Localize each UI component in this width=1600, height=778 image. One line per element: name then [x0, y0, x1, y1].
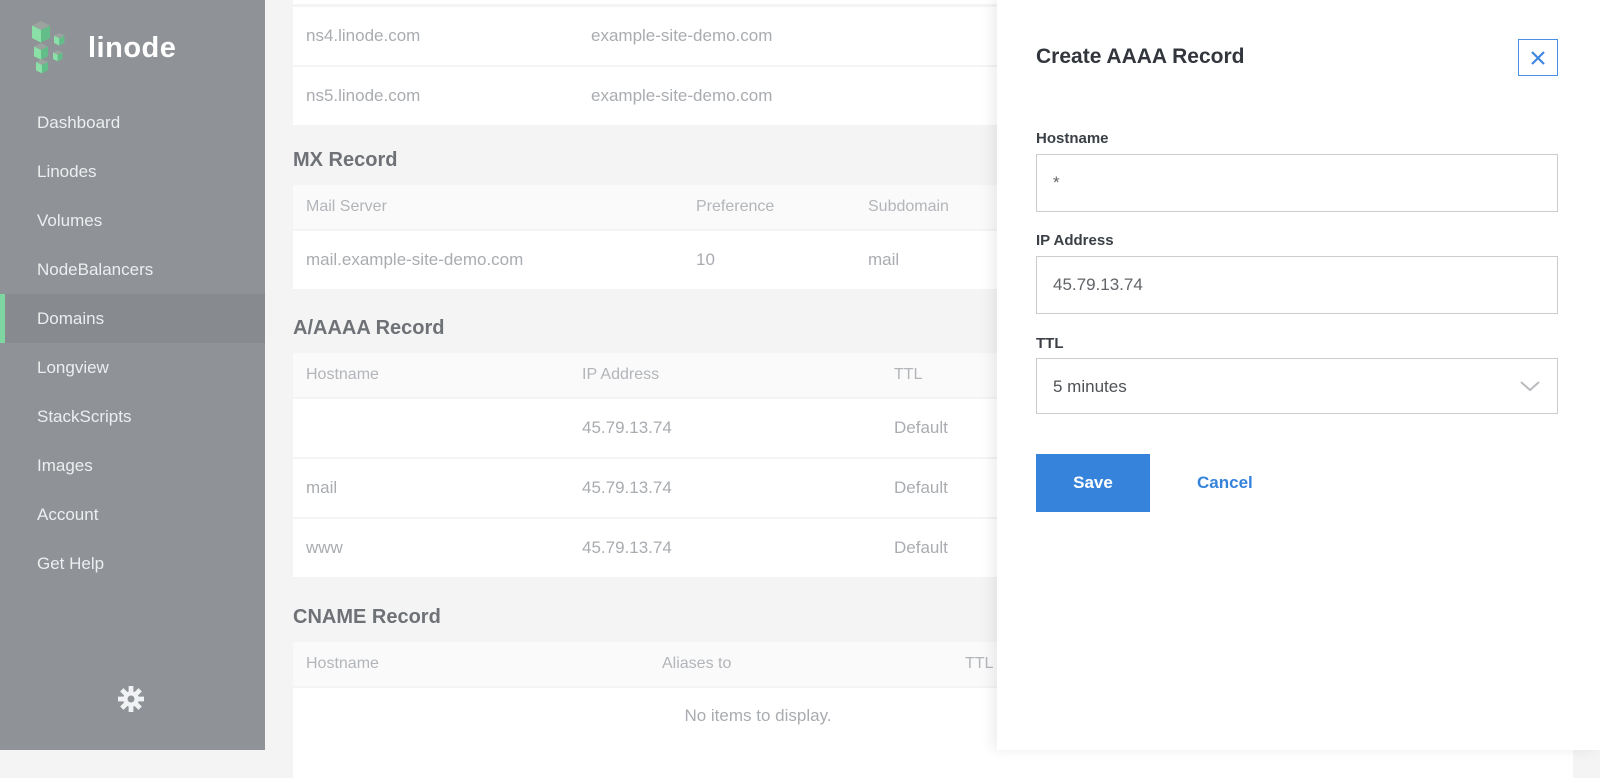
ttl-label: TTL	[1036, 335, 1064, 352]
ttl-select[interactable]: 5 minutes	[1036, 358, 1558, 414]
sidebar-item-dashboard[interactable]: Dashboard	[0, 98, 265, 147]
sidebar: linode Dashboard Linodes Volumes NodeBal…	[0, 0, 265, 750]
sidebar-nav: Dashboard Linodes Volumes NodeBalancers …	[0, 98, 265, 588]
sidebar-item-volumes[interactable]: Volumes	[0, 196, 265, 245]
column-header: Hostname	[306, 655, 379, 672]
hostname-input[interactable]	[1036, 154, 1558, 212]
column-header: Preference	[696, 198, 775, 215]
logo-wordmark: linode	[88, 31, 177, 64]
sidebar-item-label: Dashboard	[37, 112, 121, 132]
close-drawer-button[interactable]	[1518, 39, 1558, 76]
save-button[interactable]: Save	[1036, 454, 1150, 512]
table-cell: 10	[696, 250, 715, 269]
sidebar-item-label: StackScripts	[37, 406, 132, 426]
sidebar-item-domains[interactable]: Domains	[0, 294, 265, 343]
table-cell: 45.79.13.74	[582, 538, 672, 557]
column-header: Aliases to	[662, 655, 732, 672]
table-cell: ns5.linode.com	[306, 86, 421, 105]
sidebar-item-label: NodeBalancers	[37, 259, 154, 279]
sidebar-item-label: Longview	[37, 357, 109, 377]
drawer-header: Create AAAA Record	[1036, 39, 1558, 76]
table-cell: ns4.linode.com	[306, 26, 421, 45]
table-cell: www	[306, 538, 343, 557]
table-cell: mail.example-site-demo.com	[306, 250, 524, 269]
sidebar-item-label: Volumes	[37, 210, 103, 230]
cancel-button[interactable]: Cancel	[1197, 473, 1253, 493]
gear-icon	[118, 686, 144, 712]
drawer-title: Create AAAA Record	[1036, 45, 1245, 68]
sidebar-item-label: Get Help	[37, 553, 105, 573]
sidebar-item-longview[interactable]: Longview	[0, 343, 265, 392]
sidebar-item-images[interactable]: Images	[0, 441, 265, 490]
linode-logo[interactable]: linode	[0, 0, 265, 74]
sidebar-item-label: Linodes	[37, 161, 97, 181]
column-header: IP Address	[582, 366, 660, 383]
sidebar-item-label: Images	[37, 455, 93, 475]
table-cell: mail	[306, 478, 338, 497]
ip-address-input[interactable]	[1036, 256, 1558, 314]
sidebar-item-label: Domains	[37, 308, 105, 328]
table-cell: 45.79.13.74	[582, 418, 672, 437]
close-icon	[1531, 50, 1545, 65]
hostname-label: Hostname	[1036, 130, 1109, 147]
sidebar-item-nodebalancers[interactable]: NodeBalancers	[0, 245, 265, 294]
settings-button[interactable]	[118, 686, 144, 712]
sidebar-item-stackscripts[interactable]: StackScripts	[0, 392, 265, 441]
sidebar-item-get-help[interactable]: Get Help	[0, 539, 265, 588]
sidebar-item-label: Account	[37, 504, 99, 524]
table-cell: 45.79.13.74	[582, 478, 672, 497]
ip-address-label: IP Address	[1036, 232, 1114, 249]
ttl-select-wrap: 5 minutes	[1036, 358, 1558, 414]
column-header: Mail Server	[306, 198, 387, 215]
sidebar-item-account[interactable]: Account	[0, 490, 265, 539]
sidebar-item-linodes[interactable]: Linodes	[0, 147, 265, 196]
linode-cubes-icon	[32, 21, 65, 74]
column-header: Hostname	[306, 366, 379, 383]
drawer-actions: Save Cancel	[1036, 454, 1558, 512]
create-aaaa-record-drawer: Create AAAA Record Hostname IP Address T…	[997, 0, 1600, 750]
